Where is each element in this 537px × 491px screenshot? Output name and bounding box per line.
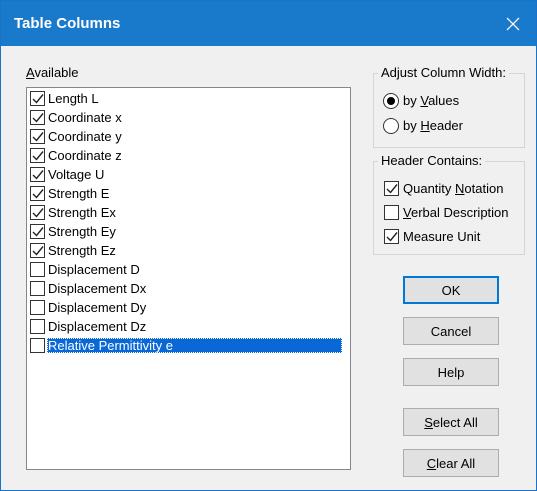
- measure-unit-checkbox[interactable]: [384, 229, 399, 244]
- verbal-description-checkbox[interactable]: [384, 205, 399, 220]
- by-header-mnemonic: H: [420, 118, 430, 133]
- quantity-notation-prefix: Quantity: [403, 181, 456, 196]
- list-item[interactable]: Displacement Dz: [27, 317, 350, 336]
- list-item-checkbox[interactable]: [30, 205, 45, 220]
- ok-button[interactable]: OK: [403, 276, 499, 304]
- list-item[interactable]: Coordinate y: [27, 127, 350, 146]
- by-values-mnemonic: V: [420, 93, 429, 108]
- list-item-label: Coordinate z: [48, 148, 122, 163]
- list-item-checkbox[interactable]: [30, 148, 45, 163]
- verbal-description-rest: erbal Description: [410, 205, 509, 220]
- list-item[interactable]: Coordinate z: [27, 146, 350, 165]
- by-values-label[interactable]: by Values: [403, 93, 459, 108]
- title-bar: Table Columns: [1, 1, 536, 46]
- by-header-radio[interactable]: [383, 118, 399, 134]
- available-label: Available: [26, 65, 79, 80]
- checkmark-icon: [32, 151, 44, 161]
- verbal-description-label[interactable]: Verbal Description: [403, 205, 509, 220]
- list-item[interactable]: Coordinate x: [27, 108, 350, 127]
- available-columns-list[interactable]: Length L Coordinate x Coordinate y Coordina…: [26, 87, 351, 470]
- list-item[interactable]: Displacement D: [27, 260, 350, 279]
- by-header-rest: eader: [429, 118, 463, 133]
- by-values-rest: alues: [428, 93, 460, 108]
- checkmark-icon: [386, 184, 398, 194]
- clear-all-mnemonic: C: [426, 455, 437, 471]
- list-item[interactable]: Relative Permittivity e: [27, 336, 350, 355]
- list-item[interactable]: Voltage U: [27, 165, 350, 184]
- available-label-rest: vailable: [34, 65, 79, 80]
- list-item-checkbox[interactable]: [30, 319, 45, 334]
- list-item-label: Strength Ez: [48, 243, 116, 258]
- checkmark-icon: [32, 246, 44, 256]
- list-item-checkbox[interactable]: [30, 262, 45, 277]
- list-item-label: Strength E: [48, 186, 110, 201]
- checkmark-icon: [32, 227, 44, 237]
- checkmark-icon: [32, 208, 44, 218]
- list-item-checkbox[interactable]: [30, 243, 45, 258]
- by-values-radio[interactable]: [383, 93, 399, 109]
- measure-unit-label[interactable]: Measure Unit: [403, 229, 480, 244]
- list-item-checkbox[interactable]: [30, 186, 45, 201]
- clear-all-button[interactable]: Clear All: [403, 449, 499, 477]
- list-item-checkbox[interactable]: [30, 91, 45, 106]
- quantity-notation-rest: otation: [464, 181, 504, 196]
- list-item[interactable]: Strength Ey: [27, 222, 350, 241]
- checkmark-icon: [32, 132, 44, 142]
- cancel-button[interactable]: Cancel: [403, 317, 499, 345]
- dialog-title: Table Columns: [14, 15, 121, 32]
- list-item[interactable]: Displacement Dx: [27, 279, 350, 298]
- list-item[interactable]: Displacement Dy: [27, 298, 350, 317]
- list-item-checkbox[interactable]: [30, 338, 45, 353]
- quantity-notation-mnemonic: N: [455, 181, 465, 196]
- select-all-mnemonic: S: [424, 414, 433, 430]
- list-item-checkbox[interactable]: [30, 300, 45, 315]
- list-item-label: Displacement Dy: [48, 300, 147, 315]
- verbal-description-mnemonic: V: [403, 205, 411, 220]
- list-item-label: Coordinate x: [48, 110, 122, 125]
- checkmark-icon: [386, 232, 398, 242]
- adjust-column-width-group: [373, 73, 525, 148]
- list-item[interactable]: Strength Ex: [27, 203, 350, 222]
- list-item-checkbox[interactable]: [30, 167, 45, 182]
- list-item-label: Displacement D: [48, 262, 140, 277]
- by-header-prefix: by: [403, 118, 421, 133]
- list-item-label: Voltage U: [48, 167, 105, 182]
- list-item-checkbox[interactable]: [30, 281, 45, 296]
- list-item-label: Displacement Dz: [48, 319, 147, 334]
- list-item-checkbox[interactable]: [30, 110, 45, 125]
- select-all-rest: elect All: [432, 414, 478, 430]
- by-values-prefix: by: [403, 93, 421, 108]
- help-button[interactable]: Help: [403, 358, 499, 386]
- list-item-label: Relative Permittivity e: [47, 338, 342, 353]
- checkmark-icon: [32, 94, 44, 104]
- list-item[interactable]: Strength E: [27, 184, 350, 203]
- by-header-label[interactable]: by Header: [403, 118, 463, 133]
- list-item-label: Length L: [48, 91, 99, 106]
- select-all-button[interactable]: Select All: [403, 408, 499, 436]
- list-item[interactable]: Strength Ez: [27, 241, 350, 260]
- close-button[interactable]: [490, 1, 536, 46]
- radio-dot: [387, 97, 395, 105]
- list-item-label: Displacement Dx: [48, 281, 147, 296]
- checkmark-icon: [32, 189, 44, 199]
- checkmark-icon: [32, 170, 44, 180]
- quantity-notation-label[interactable]: Quantity Notation: [403, 181, 503, 196]
- close-icon: [506, 17, 520, 30]
- list-item-label: Coordinate y: [48, 129, 122, 144]
- list-item-checkbox[interactable]: [30, 129, 45, 144]
- quantity-notation-checkbox[interactable]: [384, 181, 399, 196]
- list-item[interactable]: Length L: [27, 89, 350, 108]
- checkmark-icon: [32, 113, 44, 123]
- list-item-label: Strength Ex: [48, 205, 116, 220]
- adjust-column-width-title: Adjust Column Width:: [378, 65, 509, 80]
- list-item-label: Strength Ey: [48, 224, 116, 239]
- clear-all-rest: lear All: [436, 455, 476, 471]
- header-contains-title: Header Contains:: [378, 153, 486, 168]
- list-item-checkbox[interactable]: [30, 224, 45, 239]
- table-columns-dialog: Table Columns Available Length L Coordina…: [0, 0, 537, 491]
